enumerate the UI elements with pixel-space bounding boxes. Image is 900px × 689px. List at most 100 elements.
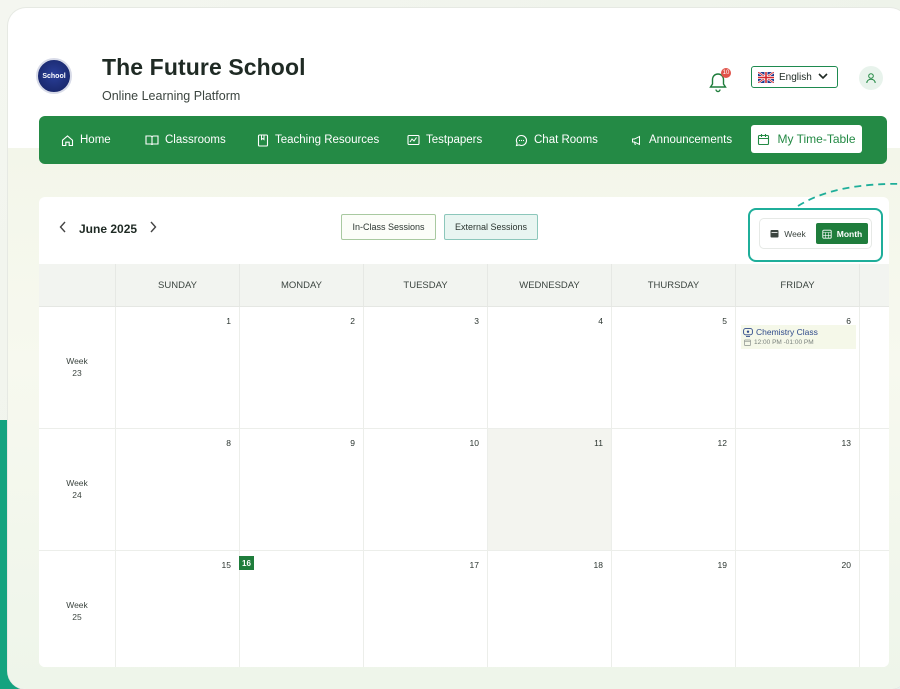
language-label: English bbox=[779, 71, 812, 83]
nav-item-my-time-table[interactable]: My Time-Table bbox=[751, 125, 862, 153]
weekday-header: TUESDAY bbox=[363, 264, 487, 306]
nav-item-testpapers[interactable]: Testpapers bbox=[407, 116, 482, 164]
day-cell[interactable]: 6 Chemistry Class 12:00 PM -01:00 PM bbox=[735, 307, 859, 428]
calendar-grid: SUNDAY MONDAY TUESDAY WEDNESDAY THURSDAY… bbox=[39, 264, 889, 667]
day-cell[interactable]: 18 bbox=[487, 551, 611, 667]
language-select[interactable]: English bbox=[751, 66, 838, 88]
day-number: 18 bbox=[593, 560, 603, 570]
chevron-right-icon[interactable] bbox=[149, 221, 157, 236]
today-day-number: 16 bbox=[239, 556, 254, 570]
view-toggle: Week Month bbox=[760, 219, 871, 248]
nav-item-teaching-resources[interactable]: Teaching Resources bbox=[257, 116, 379, 164]
day-cell[interactable]: 13 bbox=[735, 429, 859, 550]
week-label: Week 24 bbox=[39, 429, 115, 550]
day-cell[interactable]: 8 bbox=[115, 429, 239, 550]
megaphone-icon bbox=[632, 135, 640, 145]
calendar-event[interactable]: Chemistry Class 12:00 PM -01:00 PM bbox=[741, 325, 856, 349]
in-class-sessions-button[interactable]: In-Class Sessions bbox=[341, 214, 436, 240]
event-time: 12:00 PM -01:00 PM bbox=[754, 339, 814, 346]
chevron-left-icon[interactable] bbox=[59, 221, 67, 236]
nav-active-label: My Time-Table bbox=[777, 132, 856, 146]
week-column-header bbox=[39, 264, 115, 306]
day-cell[interactable]: 20 bbox=[735, 551, 859, 667]
calendar-icon bbox=[758, 133, 770, 145]
app-window: School The Future School Online Learning… bbox=[8, 8, 900, 689]
week-row: Week 25 15 16 17 18 19 20 bbox=[39, 551, 889, 667]
day-cell[interactable]: 10 bbox=[363, 429, 487, 550]
notification-badge: 10 bbox=[721, 68, 731, 78]
week-row: Week 24 8 9 10 11 12 13 bbox=[39, 429, 889, 551]
weekday-header: FRIDAY bbox=[735, 264, 859, 306]
weekday-header-row: SUNDAY MONDAY TUESDAY WEDNESDAY THURSDAY… bbox=[39, 264, 889, 307]
nav-label: Announcements bbox=[649, 134, 733, 146]
day-cell[interactable]: 5 bbox=[611, 307, 735, 428]
nav-item-home[interactable]: Home bbox=[61, 116, 111, 164]
day-cell[interactable]: 9 bbox=[239, 429, 363, 550]
day-number: 9 bbox=[350, 438, 355, 448]
chat-bubble-icon bbox=[515, 134, 527, 146]
day-cell[interactable]: 12 bbox=[611, 429, 735, 550]
day-number: 20 bbox=[841, 560, 851, 570]
calendar-week-icon bbox=[770, 230, 779, 238]
nav-item-announcements[interactable]: Announcements bbox=[631, 116, 732, 164]
day-number: 10 bbox=[469, 438, 479, 448]
week-label-text: Week bbox=[66, 478, 88, 489]
brand: School The Future School Online Learning… bbox=[36, 54, 306, 103]
chart-board-icon bbox=[407, 134, 420, 146]
book-open-icon bbox=[145, 135, 159, 146]
logo-text: School bbox=[42, 72, 66, 80]
day-number: 8 bbox=[226, 438, 231, 448]
month-view-label: Month bbox=[836, 228, 863, 239]
day-cell-overflow bbox=[859, 551, 885, 667]
day-number: 17 bbox=[469, 560, 479, 570]
day-number: 15 bbox=[221, 560, 231, 570]
nav-label: Classrooms bbox=[165, 134, 226, 146]
day-cell[interactable]: 11 bbox=[487, 429, 611, 550]
day-cell-today[interactable]: 16 bbox=[239, 551, 363, 667]
nav-item-chat-rooms[interactable]: Chat Rooms bbox=[515, 116, 598, 164]
dashed-callout-line bbox=[797, 182, 900, 207]
week-number: 23 bbox=[72, 367, 82, 378]
day-cell[interactable]: 17 bbox=[363, 551, 487, 667]
external-sessions-button[interactable]: External Sessions bbox=[444, 214, 538, 240]
day-cell[interactable]: 19 bbox=[611, 551, 735, 667]
app-subtitle: Online Learning Platform bbox=[102, 89, 241, 103]
user-avatar-icon[interactable] bbox=[859, 66, 883, 90]
nav-item-classrooms[interactable]: Classrooms bbox=[145, 116, 226, 164]
weekday-header: MONDAY bbox=[239, 264, 363, 306]
week-number: 24 bbox=[72, 489, 82, 500]
uk-flag-icon bbox=[758, 71, 774, 83]
month-view-button[interactable]: Month bbox=[816, 223, 868, 244]
day-cell[interactable]: 4 bbox=[487, 307, 611, 428]
week-view-button[interactable]: Week bbox=[760, 229, 816, 239]
day-number: 2 bbox=[350, 316, 355, 326]
day-cell-overflow bbox=[859, 307, 885, 428]
day-cell-overflow bbox=[859, 429, 885, 550]
weekday-header: THURSDAY bbox=[611, 264, 735, 306]
day-number: 1 bbox=[226, 316, 231, 326]
home-icon bbox=[61, 134, 74, 146]
day-cell[interactable]: 15 bbox=[115, 551, 239, 667]
week-view-label: Week bbox=[784, 228, 806, 239]
day-number: 19 bbox=[717, 560, 727, 570]
month-label: June 2025 bbox=[79, 221, 138, 236]
calendar-card: June 2025 In-Class Sessions External Ses… bbox=[39, 197, 889, 667]
bookmark-book-icon bbox=[257, 133, 269, 147]
weekday-header: WEDNESDAY bbox=[487, 264, 611, 306]
nav-label: Home bbox=[80, 134, 111, 146]
week-label-text: Week bbox=[66, 356, 88, 367]
nav-label: Testpapers bbox=[426, 134, 483, 146]
nav-label: Teaching Resources bbox=[275, 134, 380, 146]
day-cell[interactable]: 1 bbox=[115, 307, 239, 428]
day-cell[interactable]: 3 bbox=[363, 307, 487, 428]
main-nav: Home Classrooms Teaching Resources Testp… bbox=[39, 116, 887, 164]
school-logo-icon: School bbox=[36, 58, 72, 94]
event-title: Chemistry Class bbox=[756, 327, 818, 337]
day-number: 4 bbox=[598, 316, 603, 326]
day-number: 13 bbox=[841, 438, 851, 448]
day-cell[interactable]: 2 bbox=[239, 307, 363, 428]
week-number: 25 bbox=[72, 611, 82, 622]
chevron-down-icon bbox=[818, 72, 828, 83]
class-session-icon bbox=[743, 327, 753, 337]
week-label: Week 25 bbox=[39, 551, 115, 667]
